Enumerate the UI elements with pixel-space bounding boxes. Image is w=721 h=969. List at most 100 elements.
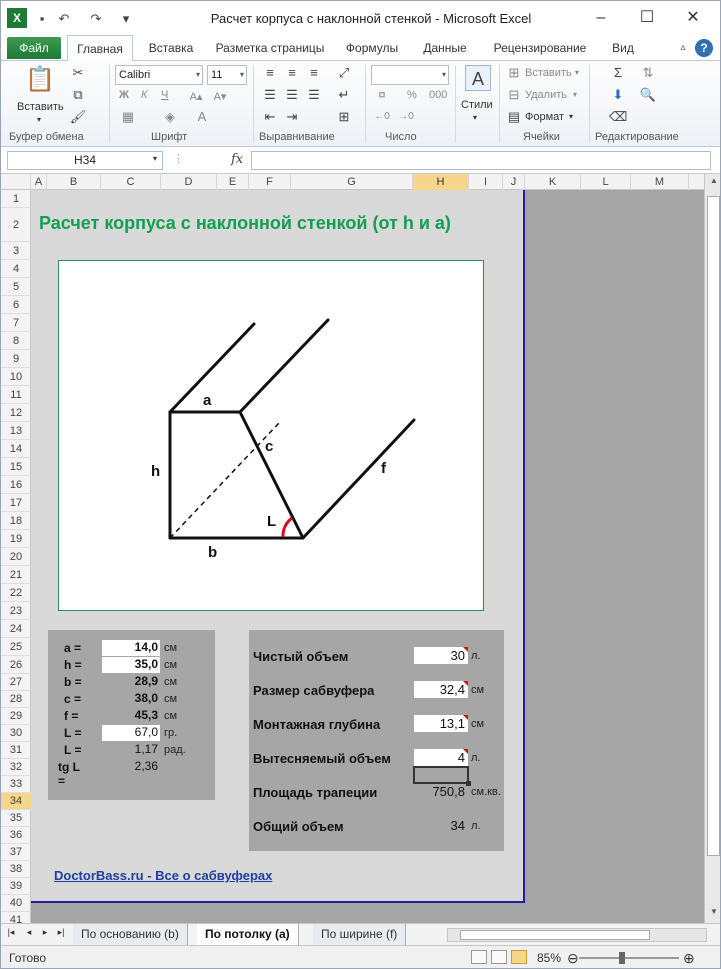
font-size-combo[interactable]: 11 ▾ (207, 65, 247, 85)
align-middle-icon[interactable]: ≡ (283, 65, 301, 81)
italic-button[interactable]: К (141, 89, 147, 101)
increase-decimal-icon[interactable]: ←0 (373, 109, 391, 125)
result-input-cell[interactable]: 13,1 (414, 715, 468, 732)
row-header-24[interactable]: 24 (1, 620, 31, 638)
tab-home[interactable]: Главная (67, 35, 133, 62)
select-all-corner[interactable] (1, 174, 31, 190)
result-input-cell[interactable]: 30 (414, 647, 468, 664)
help-icon[interactable]: ? (695, 39, 713, 57)
row-header-13[interactable]: 13 (1, 422, 31, 440)
align-top-icon[interactable]: ≡ (261, 65, 279, 81)
zoom-in-icon[interactable]: ⊕ (683, 950, 695, 967)
zoom-out-icon[interactable]: ⊖ (567, 950, 579, 967)
row-header-4[interactable]: 4 (1, 260, 31, 278)
formula-input[interactable] (251, 151, 711, 170)
result-value-cell[interactable]: 34 (414, 817, 468, 834)
row-header-40[interactable]: 40 (1, 895, 31, 912)
row-header-20[interactable]: 20 (1, 548, 31, 566)
sheet-tab-base[interactable]: По основанию (b) (73, 924, 188, 945)
row-header-9[interactable]: 9 (1, 350, 31, 368)
param-value-cell[interactable]: 1,17 (102, 742, 160, 758)
vertical-scrollbar[interactable]: ▲ ▼ (704, 174, 720, 923)
styles-dropdown-icon[interactable]: ▾ (473, 113, 477, 122)
align-bottom-icon[interactable]: ≡ (305, 65, 323, 81)
param-input-cell[interactable]: 14,0 (102, 640, 160, 656)
paste-dropdown-icon[interactable]: ▾ (37, 115, 41, 124)
tab-review[interactable]: Рецензирование (485, 35, 595, 61)
font-name-combo[interactable]: Calibri ▾ (115, 65, 203, 85)
currency-icon[interactable]: ¤ (373, 87, 391, 103)
name-box-dropdown-icon[interactable]: ▾ (153, 154, 157, 163)
first-sheet-icon[interactable]: |◂ (5, 927, 17, 938)
number-format-combo[interactable]: ▾ (371, 65, 449, 85)
row-header-12[interactable]: 12 (1, 404, 31, 422)
wrap-text-icon[interactable]: ↵ (335, 87, 353, 103)
row-header-27[interactable]: 27 (1, 674, 31, 691)
delete-cells-icon[interactable]: ⊟ (505, 87, 523, 103)
delete-cells-button[interactable]: Удалить (525, 89, 567, 101)
sheet-tab-ceiling[interactable]: По потолку (a) (197, 924, 299, 945)
row-header-22[interactable]: 22 (1, 584, 31, 602)
maximize-button[interactable]: ☐ (625, 5, 669, 31)
copy-icon[interactable]: ⧉ (69, 87, 87, 103)
format-painter-icon[interactable]: 🖌 (69, 109, 87, 125)
fill-color-icon[interactable]: ◈ (161, 109, 179, 125)
row-header-29[interactable]: 29 (1, 708, 31, 725)
align-center-icon[interactable]: ☰ (283, 87, 301, 103)
active-cell-h34[interactable] (413, 766, 471, 786)
row-header-38[interactable]: 38 (1, 861, 31, 878)
row-header-26[interactable]: 26 (1, 656, 31, 674)
row-header-11[interactable]: 11 (1, 386, 31, 404)
row-header-18[interactable]: 18 (1, 512, 31, 530)
column-header-j[interactable]: J (503, 174, 525, 190)
param-value-cell[interactable]: 45,3 (102, 708, 160, 724)
row-header-33[interactable]: 33 (1, 776, 31, 793)
ribbon-collapse-icon[interactable]: ▵ (675, 35, 691, 61)
row-header-36[interactable]: 36 (1, 827, 31, 844)
styles-icon[interactable]: A (465, 65, 491, 91)
result-input-cell[interactable]: 32,4 (414, 681, 468, 698)
tab-insert[interactable]: Вставка (141, 35, 201, 61)
row-header-21[interactable]: 21 (1, 566, 31, 584)
fill-icon[interactable]: ⬇ (609, 87, 627, 103)
orientation-icon[interactable]: ⤢ (335, 65, 353, 81)
param-input-cell[interactable]: 35,0 (102, 657, 160, 673)
row-header-28[interactable]: 28 (1, 691, 31, 708)
thousands-button[interactable]: 000 (429, 89, 447, 101)
row-header-37[interactable]: 37 (1, 844, 31, 861)
minimize-button[interactable]: – (579, 5, 623, 31)
tab-file[interactable]: Файл (7, 37, 61, 59)
prev-sheet-icon[interactable]: ◂ (23, 927, 35, 938)
font-color-icon[interactable]: A (193, 109, 211, 125)
cut-icon[interactable]: ✂ (69, 65, 87, 81)
row-header-32[interactable]: 32 (1, 759, 31, 776)
formula-bar-resize-icon[interactable]: ⋮ (173, 152, 184, 165)
fill-handle[interactable] (466, 781, 471, 786)
zoom-slider[interactable] (579, 952, 679, 964)
shrink-font-icon[interactable]: A▾ (211, 89, 229, 105)
row-header-10[interactable]: 10 (1, 368, 31, 386)
sheet-tab-width[interactable]: По ширине (f) (313, 924, 407, 945)
redo-icon[interactable]: ↷ (87, 10, 105, 28)
column-header-h[interactable]: H (413, 174, 469, 190)
last-sheet-icon[interactable]: ▸| (55, 927, 67, 938)
row-header-3[interactable]: 3 (1, 242, 31, 260)
scroll-up-icon[interactable]: ▲ (705, 176, 720, 190)
column-header-m[interactable]: M (631, 174, 689, 190)
row-header-19[interactable]: 19 (1, 530, 31, 548)
row-header-23[interactable]: 23 (1, 602, 31, 620)
increase-indent-icon[interactable]: ⇥ (283, 109, 301, 125)
format-cells-icon[interactable]: ▤ (505, 109, 523, 125)
row-header-25[interactable]: 25 (1, 638, 31, 656)
row-header-16[interactable]: 16 (1, 476, 31, 494)
row-header-14[interactable]: 14 (1, 440, 31, 458)
underline-button[interactable]: Ч (161, 89, 168, 101)
zoom-slider-knob[interactable] (619, 952, 625, 964)
row-header-31[interactable]: 31 (1, 742, 31, 759)
tab-page-layout[interactable]: Разметка страницы (209, 35, 331, 61)
column-header-g[interactable]: G (291, 174, 413, 190)
result-input-cell[interactable]: 4 (414, 749, 468, 766)
decrease-indent-icon[interactable]: ⇤ (261, 109, 279, 125)
customize-toolbar-icon[interactable]: ▾ (117, 10, 135, 28)
horizontal-scroll-thumb[interactable] (460, 930, 650, 940)
